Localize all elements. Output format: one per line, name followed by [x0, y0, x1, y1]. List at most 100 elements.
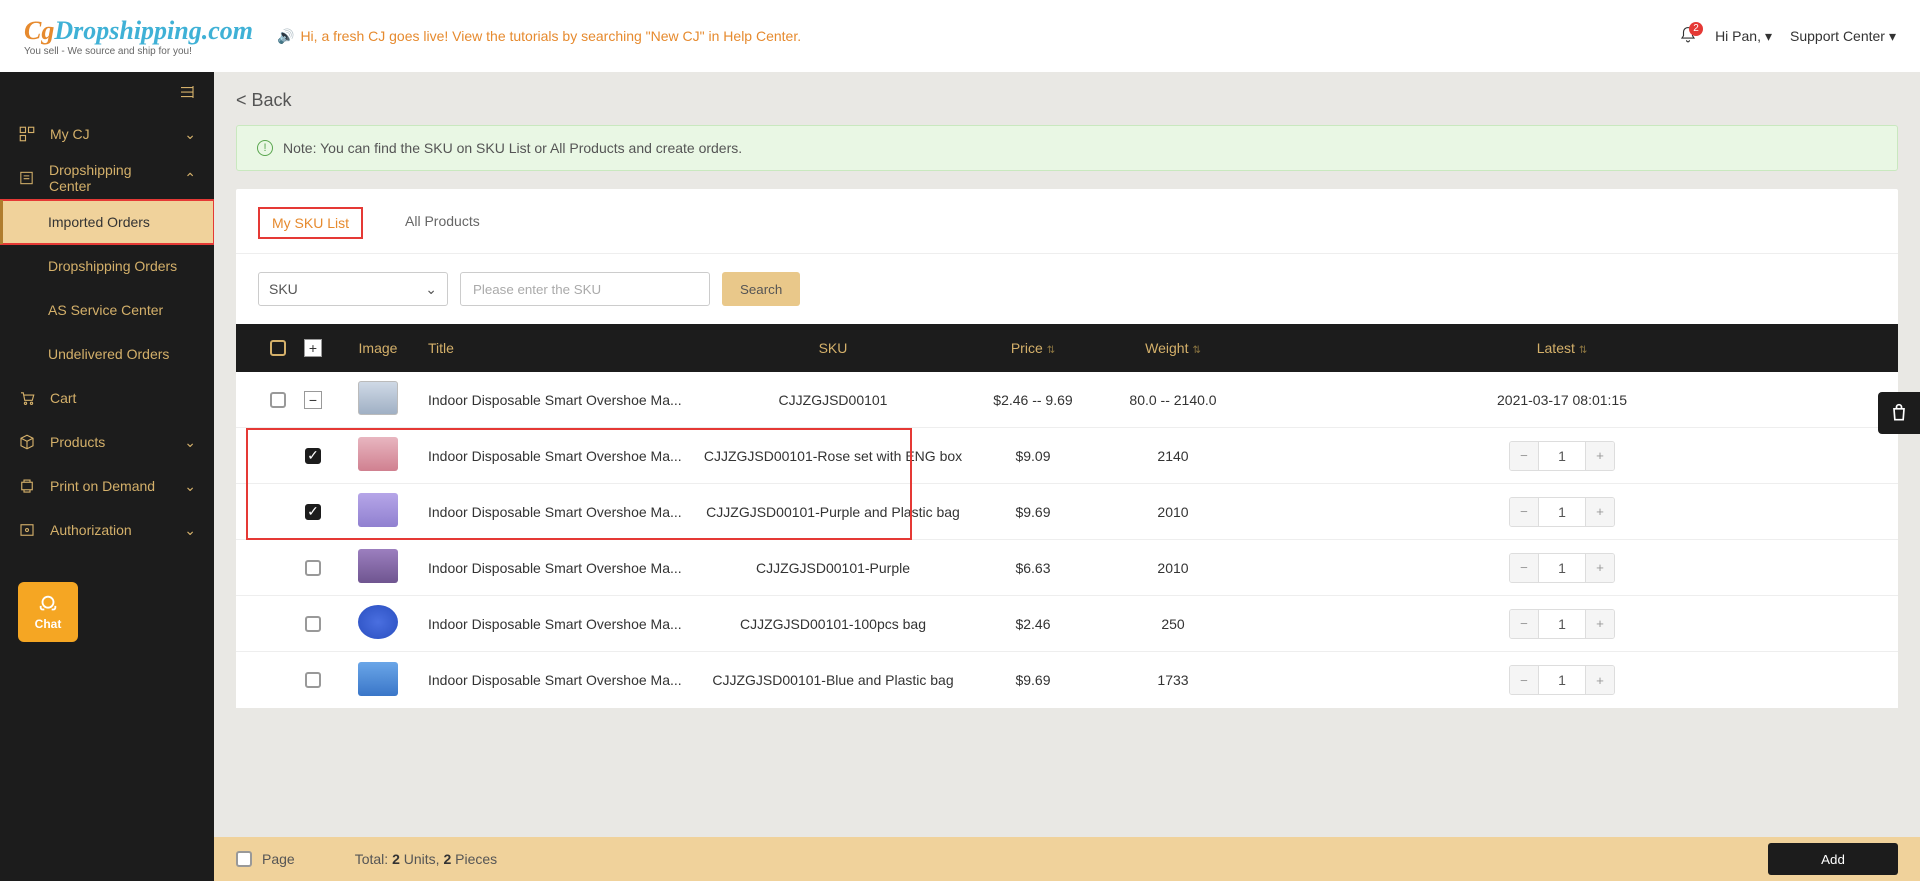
headset-icon: [37, 593, 59, 615]
info-note: ! Note: You can find the SKU on SKU List…: [236, 125, 1898, 171]
row-title: Indoor Disposable Smart Overshoe Ma...: [428, 504, 698, 520]
row-title: Indoor Disposable Smart Overshoe Ma...: [428, 616, 698, 632]
qty-minus-button[interactable]: −: [1510, 498, 1538, 526]
sidebar-item-undelivered-orders[interactable]: Undelivered Orders: [0, 332, 214, 376]
variant-checkbox[interactable]: [305, 560, 321, 576]
chat-button[interactable]: Chat: [18, 582, 78, 642]
qty-value[interactable]: 1: [1538, 554, 1586, 582]
info-icon: !: [257, 140, 273, 156]
sidebar-item-as-service-center[interactable]: AS Service Center: [0, 288, 214, 332]
qty-value[interactable]: 1: [1538, 498, 1586, 526]
user-menu[interactable]: Hi Pan, ▾: [1715, 28, 1772, 45]
qty-value[interactable]: 1: [1538, 610, 1586, 638]
selection-footer: Page Total: 2 Units, 2 Pieces Add: [214, 837, 1920, 881]
row-sku: CJJZGJSD00101-Blue and Plastic bag: [698, 672, 968, 688]
tab-my-sku-list[interactable]: My SKU List: [258, 207, 363, 239]
row-weight: 250: [1098, 616, 1248, 632]
nav-dropshipping-center[interactable]: Dropshipping Center ⌃: [0, 156, 214, 200]
row-latest: 2021-03-17 08:01:15: [1248, 392, 1876, 408]
nav-cart[interactable]: Cart: [0, 376, 214, 420]
qty-plus-button[interactable]: +: [1586, 442, 1614, 470]
table-variant-row: ✓ Indoor Disposable Smart Overshoe Ma...…: [236, 428, 1898, 484]
sidebar-item-dropshipping-orders[interactable]: Dropshipping Orders: [0, 244, 214, 288]
row-sku: CJJZGJSD00101: [698, 392, 968, 408]
logo-tagline: You sell - We source and ship for you!: [24, 46, 253, 57]
floating-cart-button[interactable]: [1878, 392, 1920, 434]
back-link[interactable]: < Back: [236, 90, 292, 111]
support-center-link[interactable]: Support Center ▾: [1790, 28, 1896, 45]
products-icon: [18, 433, 36, 451]
row-sku: CJJZGJSD00101-Rose set with ENG box: [698, 448, 968, 464]
row-collapse-button[interactable]: −: [304, 391, 322, 409]
cart-icon: [18, 389, 36, 407]
filter-field-select[interactable]: SKU ⌄: [258, 272, 448, 306]
sidebar-item-imported-orders[interactable]: Imported Orders: [0, 200, 214, 244]
pod-icon: [18, 477, 36, 495]
variant-checkbox[interactable]: [305, 672, 321, 688]
sort-icon: ⇅: [1047, 345, 1055, 356]
chevron-down-icon: ⌄: [184, 478, 196, 495]
product-thumbnail[interactable]: [358, 662, 398, 696]
sku-search-input[interactable]: [460, 272, 710, 306]
qty-minus-button[interactable]: −: [1510, 666, 1538, 694]
variant-checkbox[interactable]: ✓: [305, 448, 321, 464]
main-content: < Back ! Note: You can find the SKU on S…: [214, 72, 1920, 881]
row-weight: 2010: [1098, 504, 1248, 520]
chevron-down-icon: ▾: [1765, 28, 1772, 45]
col-price[interactable]: Price⇅: [968, 340, 1098, 356]
qty-minus-button[interactable]: −: [1510, 442, 1538, 470]
row-sku: CJJZGJSD00101-100pcs bag: [698, 616, 968, 632]
nav-products[interactable]: Products ⌄: [0, 420, 214, 464]
quantity-stepper[interactable]: − 1 +: [1509, 609, 1615, 639]
qty-plus-button[interactable]: +: [1586, 610, 1614, 638]
qty-plus-button[interactable]: +: [1586, 498, 1614, 526]
qty-minus-button[interactable]: −: [1510, 610, 1538, 638]
table-parent-row: − Indoor Disposable Smart Overshoe Ma...…: [236, 372, 1898, 428]
nav-print-on-demand[interactable]: Print on Demand ⌄: [0, 464, 214, 508]
notifications-button[interactable]: 2: [1679, 26, 1697, 47]
expand-all-button[interactable]: +: [304, 339, 322, 357]
variant-checkbox[interactable]: [305, 616, 321, 632]
sort-icon: ⇅: [1192, 345, 1200, 356]
quantity-stepper[interactable]: − 1 +: [1509, 441, 1615, 471]
qty-minus-button[interactable]: −: [1510, 554, 1538, 582]
nav-my-cj[interactable]: My CJ ⌄: [0, 112, 214, 156]
row-title: Indoor Disposable Smart Overshoe Ma...: [428, 392, 698, 408]
qty-value[interactable]: 1: [1538, 666, 1586, 694]
row-checkbox[interactable]: [270, 392, 286, 408]
quantity-stepper[interactable]: − 1 +: [1509, 497, 1615, 527]
chevron-down-icon: ⌄: [184, 522, 196, 539]
row-sku: CJJZGJSD00101-Purple and Plastic bag: [698, 504, 968, 520]
notification-badge: 2: [1689, 22, 1703, 36]
col-weight[interactable]: Weight⇅: [1098, 340, 1248, 356]
nav-authorization[interactable]: Authorization ⌄: [0, 508, 214, 552]
tab-all-products[interactable]: All Products: [393, 207, 492, 239]
variant-checkbox[interactable]: ✓: [305, 504, 321, 520]
chevron-down-icon: ⌄: [425, 281, 437, 298]
select-all-checkbox[interactable]: [270, 340, 286, 356]
product-thumbnail[interactable]: [358, 381, 398, 415]
product-thumbnail[interactable]: [358, 437, 398, 471]
row-sku: CJJZGJSD00101-Purple: [698, 560, 968, 576]
quantity-stepper[interactable]: − 1 +: [1509, 665, 1615, 695]
product-thumbnail[interactable]: [358, 605, 398, 639]
row-price: $6.63: [968, 560, 1098, 576]
col-latest[interactable]: Latest⇅: [1248, 340, 1876, 356]
product-thumbnail[interactable]: [358, 493, 398, 527]
qty-plus-button[interactable]: +: [1586, 666, 1614, 694]
col-title: Title: [428, 340, 698, 356]
col-image: Image: [328, 340, 428, 356]
sidebar-collapse-button[interactable]: [0, 72, 214, 112]
quantity-stepper[interactable]: − 1 +: [1509, 553, 1615, 583]
add-button[interactable]: Add: [1768, 843, 1898, 875]
qty-value[interactable]: 1: [1538, 442, 1586, 470]
logo[interactable]: CgDropshipping.com You sell - We source …: [24, 16, 253, 57]
product-thumbnail[interactable]: [358, 549, 398, 583]
row-weight: 2140: [1098, 448, 1248, 464]
sku-panel: My SKU List All Products SKU ⌄ Search + …: [236, 189, 1898, 708]
qty-plus-button[interactable]: +: [1586, 554, 1614, 582]
footer-page-checkbox[interactable]: [236, 851, 252, 867]
bag-icon: [1889, 403, 1909, 423]
search-button[interactable]: Search: [722, 272, 800, 306]
chevron-down-icon: ⌄: [184, 126, 196, 143]
